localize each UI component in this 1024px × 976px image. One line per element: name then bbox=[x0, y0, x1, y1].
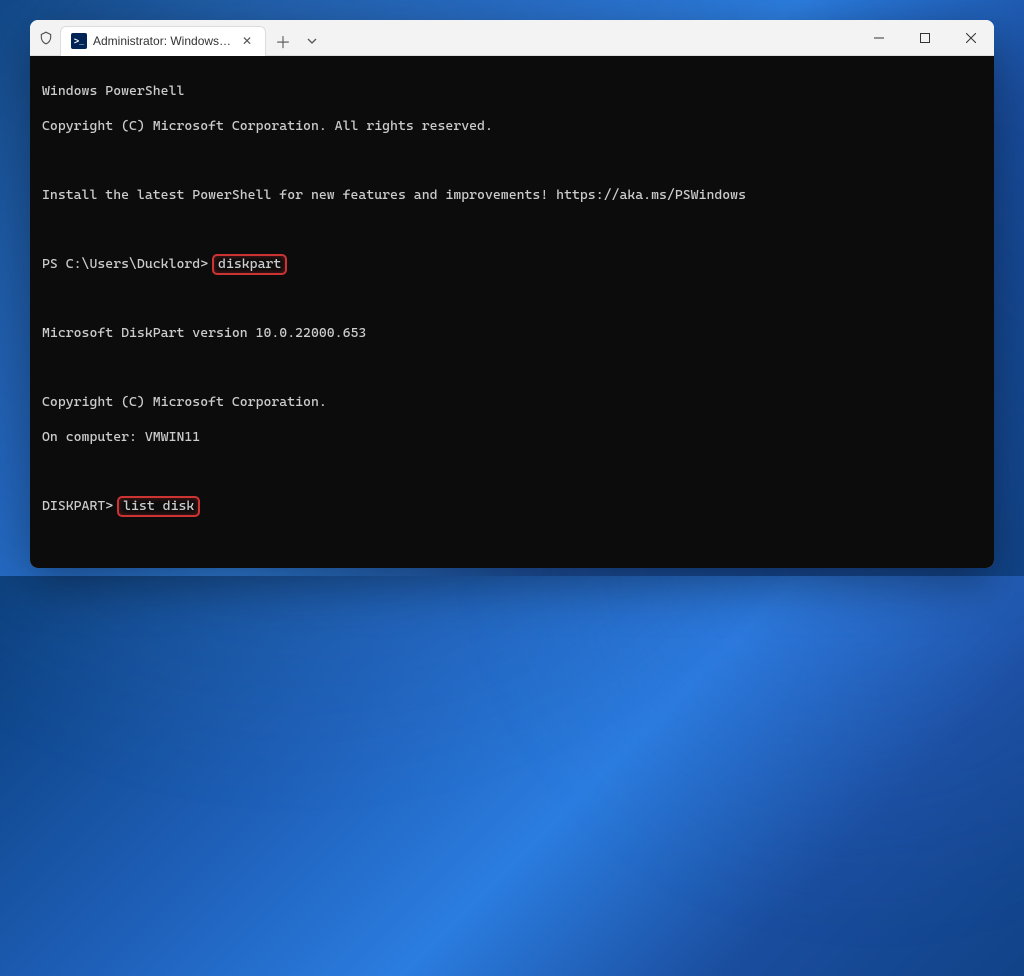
text-line: Install the latest PowerShell for new fe… bbox=[42, 187, 982, 204]
tab-dropdown-button[interactable] bbox=[298, 26, 326, 56]
highlighted-command: list disk bbox=[117, 496, 200, 517]
terminal-window: >_ Administrator: Windows Powe ✕ ＋ Windo… bbox=[30, 20, 994, 568]
powershell-icon: >_ bbox=[71, 33, 87, 49]
blank-line bbox=[42, 532, 982, 549]
active-tab[interactable]: >_ Administrator: Windows Powe ✕ bbox=[60, 26, 266, 56]
titlebar[interactable]: >_ Administrator: Windows Powe ✕ ＋ bbox=[30, 20, 994, 56]
blank-line bbox=[42, 152, 982, 169]
prompt-prefix: PS C:\Users\Ducklord> bbox=[42, 256, 216, 272]
shield-icon bbox=[38, 30, 54, 46]
close-window-button[interactable] bbox=[948, 20, 994, 56]
blank-line bbox=[42, 221, 982, 238]
blank-line bbox=[42, 463, 982, 480]
text-line: Windows PowerShell bbox=[42, 83, 982, 100]
text-line: Microsoft DiskPart version 10.0.22000.65… bbox=[42, 325, 982, 342]
close-tab-button[interactable]: ✕ bbox=[239, 33, 255, 49]
minimize-button[interactable] bbox=[856, 20, 902, 56]
text-line: Copyright (C) Microsoft Corporation. bbox=[42, 394, 982, 411]
maximize-button[interactable] bbox=[902, 20, 948, 56]
prompt-prefix: DISKPART> bbox=[42, 498, 121, 514]
blank-line bbox=[42, 360, 982, 377]
prompt-line: DISKPART> list disk bbox=[42, 498, 982, 515]
prompt-line: PS C:\Users\Ducklord> diskpart bbox=[42, 256, 982, 273]
tab-title: Administrator: Windows Powe bbox=[93, 34, 233, 48]
blank-line bbox=[42, 290, 982, 307]
table-header: Disk ### Status Size Free Dyn Gpt bbox=[42, 567, 982, 568]
new-tab-button[interactable]: ＋ bbox=[268, 26, 298, 56]
text-line: On computer: VMWIN11 bbox=[42, 429, 982, 446]
highlighted-command: diskpart bbox=[212, 254, 287, 275]
text-line: Copyright (C) Microsoft Corporation. All… bbox=[42, 118, 982, 135]
terminal-output[interactable]: Windows PowerShell Copyright (C) Microso… bbox=[30, 56, 994, 568]
